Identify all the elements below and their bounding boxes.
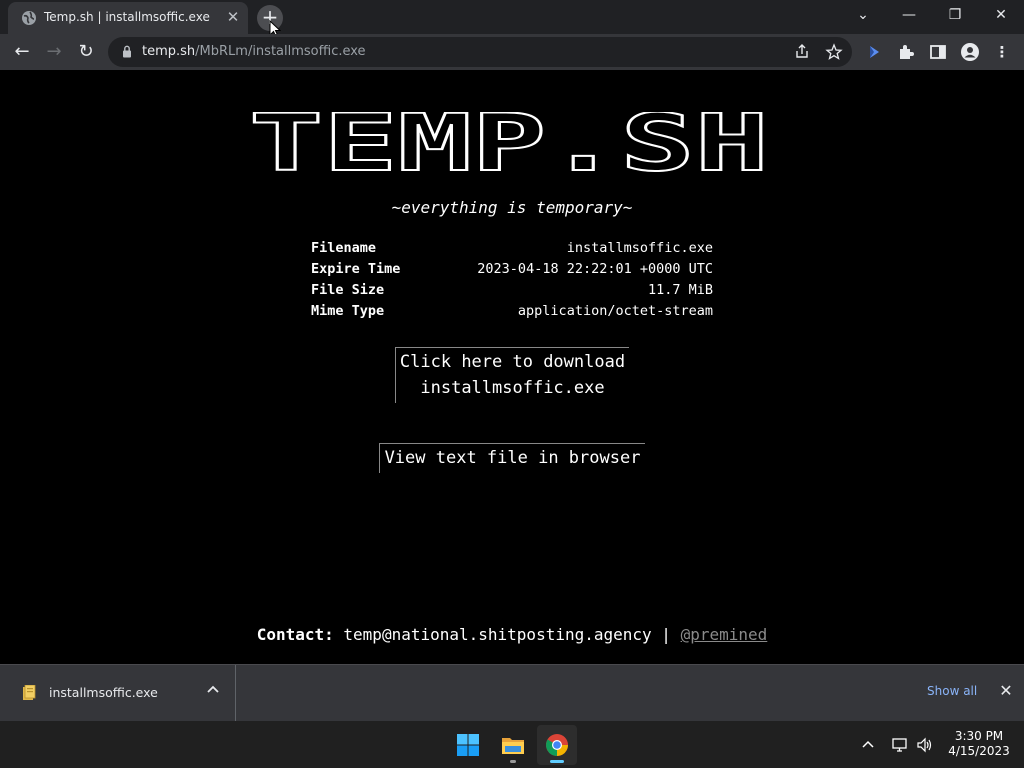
info-row-file-size: File Size 11.7 MiB: [311, 282, 713, 303]
download-filename: installmsoffic.exe: [49, 685, 158, 700]
back-button[interactable]: ←: [7, 37, 37, 67]
forward-button[interactable]: →: [39, 37, 69, 67]
clock-time: 3:30 PM: [954, 729, 1004, 743]
tab-close-icon[interactable]: ✕: [224, 8, 242, 26]
info-value: installmsoffic.exe: [566, 240, 713, 256]
site-logo: TEMP.SH: [248, 112, 770, 174]
chevron-up-icon[interactable]: [205, 682, 221, 698]
extensions-puzzle-icon[interactable]: [896, 42, 916, 62]
chevron-up-icon[interactable]: [860, 737, 876, 753]
address-bar[interactable]: temp.sh/MbRLm/installmsoffic.exe: [108, 37, 852, 67]
download-button[interactable]: Click here to download installmsoffic.ex…: [395, 347, 629, 403]
info-row-filename: Filename installmsoffic.exe: [311, 240, 713, 261]
restore-button[interactable]: ❐: [932, 0, 978, 30]
windows-taskbar: 3:30 PM 4/15/2023: [0, 721, 1024, 768]
info-key: Filename: [311, 240, 377, 256]
tab-search-button[interactable]: ⌄: [840, 0, 886, 30]
info-value: 11.7 MiB: [647, 282, 713, 298]
chrome-taskbar-button[interactable]: [537, 725, 577, 765]
menu-kebab-icon[interactable]: ⋮: [992, 42, 1012, 62]
url-path: /MbRLm/installmsoffic.exe: [195, 44, 366, 59]
lock-icon[interactable]: [122, 45, 132, 58]
info-key: Mime Type: [311, 303, 385, 319]
contact-email: temp@national.shitposting.agency: [343, 625, 652, 644]
browser-tab[interactable]: Temp.sh | installmsoffic.exe ✕: [8, 2, 248, 34]
file-icon: [23, 685, 36, 700]
system-clock[interactable]: 3:30 PM 4/15/2023: [940, 729, 1018, 759]
folder-icon: [502, 738, 524, 754]
file-explorer-button[interactable]: [493, 725, 533, 765]
extension-arrow-icon[interactable]: [864, 42, 884, 62]
bookmark-star-icon[interactable]: [824, 42, 844, 62]
network-icon[interactable]: [891, 736, 909, 754]
reload-button[interactable]: ↻: [71, 37, 101, 67]
clock-date: 4/15/2023: [948, 744, 1010, 758]
download-item[interactable]: installmsoffic.exe: [0, 665, 236, 721]
windows-logo-icon: [457, 734, 479, 756]
show-all-link[interactable]: Show all: [927, 684, 977, 698]
start-button[interactable]: [448, 725, 488, 765]
contact-handle-link[interactable]: @premined: [681, 625, 768, 644]
browser-toolbar: ← → ↻ temp.sh/MbRLm/installmsoffic.exe ⋮: [0, 34, 1024, 70]
file-info-table: Filename installmsoffic.exe Expire Time …: [311, 240, 713, 324]
info-row-expire-time: Expire Time 2023-04-18 22:22:01 +0000 UT…: [311, 261, 713, 282]
download-shelf: installmsoffic.exe Show all ✕: [0, 664, 1024, 721]
tagline: ~everything is temporary~: [391, 198, 633, 217]
url-host: temp.sh: [142, 44, 196, 59]
info-key: Expire Time: [311, 261, 401, 277]
view-in-browser-button[interactable]: View text file in browser: [379, 443, 645, 473]
profile-avatar-icon[interactable]: [960, 42, 980, 62]
share-icon[interactable]: [792, 42, 812, 62]
close-window-button[interactable]: ✕: [978, 0, 1024, 30]
volume-icon[interactable]: [916, 736, 934, 754]
side-panel-icon[interactable]: [928, 42, 948, 62]
close-shelf-icon[interactable]: ✕: [997, 682, 1015, 700]
info-key: File Size: [311, 282, 385, 298]
page-content: TEMP.SH ~everything is temporary~ Filena…: [0, 70, 1024, 664]
contact-label: Contact:: [256, 625, 334, 644]
logo-text: TEMP.SH: [249, 112, 769, 174]
active-indicator: [550, 760, 564, 763]
info-value: application/octet-stream: [517, 303, 713, 319]
contact-separator: |: [661, 625, 671, 644]
running-indicator: [510, 760, 516, 763]
info-row-mime-type: Mime Type application/octet-stream: [311, 303, 713, 324]
contact-line: Contact: temp@national.shitposting.agenc…: [0, 625, 1024, 644]
browser-titlebar: Temp.sh | installmsoffic.exe ✕ + ⌄ — ❐ ✕: [0, 0, 1024, 38]
minimize-button[interactable]: —: [886, 0, 932, 30]
download-button-line1: Click here to download: [399, 352, 626, 372]
url-text[interactable]: temp.sh/MbRLm/installmsoffic.exe: [142, 44, 366, 59]
download-button-line2: installmsoffic.exe: [420, 378, 605, 398]
globe-icon: [22, 11, 36, 25]
info-value: 2023-04-18 22:22:01 +0000 UTC: [477, 261, 713, 277]
chrome-icon: [546, 734, 568, 756]
tab-title: Temp.sh | installmsoffic.exe: [44, 10, 210, 24]
